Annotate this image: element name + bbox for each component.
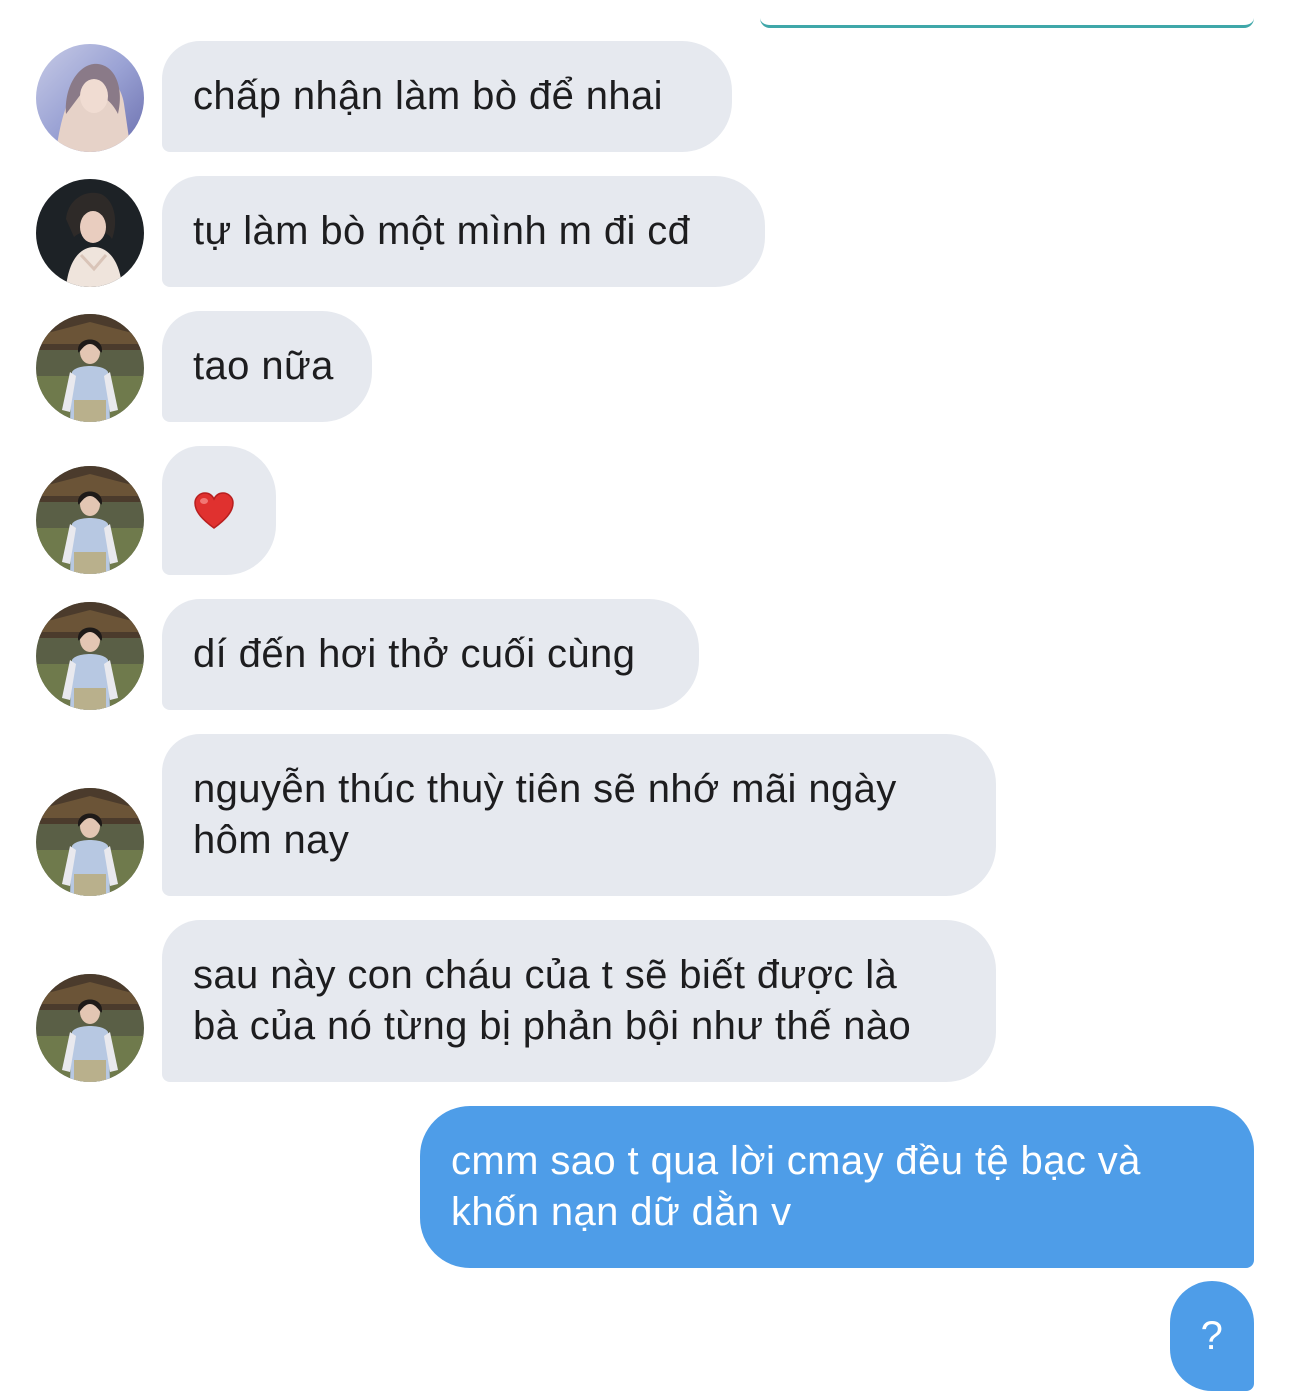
message-text-line: cmm sao t qua lời cmay đều tệ bạc và [451, 1139, 1141, 1183]
top-divider-line [760, 0, 1254, 28]
message-text-line: bà của nó từng bị phản bội như thế nào [193, 1004, 912, 1048]
message-text-line: hôm nay [193, 818, 350, 862]
incoming-message[interactable]: sau này con cháu của t sẽ biết được là b… [162, 920, 996, 1082]
heart-icon [194, 491, 234, 529]
avatar-c-image [36, 314, 144, 422]
incoming-message[interactable]: nguyễn thúc thuỳ tiên sẽ nhớ mãi ngày hô… [162, 734, 996, 896]
avatar[interactable] [36, 314, 144, 422]
incoming-message[interactable]: dí đến hơi thở cuối cùng [162, 599, 699, 710]
avatar-a-image [36, 44, 144, 152]
outgoing-message[interactable]: ? [1170, 1281, 1254, 1391]
incoming-message[interactable]: tự làm bò một mình m đi cđ [162, 176, 765, 287]
message-text: tự làm bò một mình m đi cđ [193, 209, 691, 253]
avatar[interactable] [36, 788, 144, 896]
message-text: tao nữa [193, 344, 334, 388]
avatar-c-image [36, 974, 144, 1082]
avatar-c-image [36, 602, 144, 710]
avatar[interactable] [36, 974, 144, 1082]
message-text-line: sau này con cháu của t sẽ biết được là [193, 953, 898, 997]
message-text: ? [1200, 1313, 1224, 1358]
outgoing-message[interactable]: cmm sao t qua lời cmay đều tệ bạc và khố… [420, 1106, 1254, 1268]
avatar-c-image [36, 466, 144, 574]
avatar-c-image [36, 788, 144, 896]
avatar-b-image [36, 179, 144, 287]
avatar[interactable] [36, 466, 144, 574]
incoming-message[interactable] [162, 446, 276, 575]
incoming-message[interactable]: chấp nhận làm bò để nhai [162, 41, 732, 152]
avatar[interactable] [36, 44, 144, 152]
avatar[interactable] [36, 602, 144, 710]
message-text-line: nguyễn thúc thuỳ tiên sẽ nhớ mãi ngày [193, 767, 897, 811]
message-text-line: khốn nạn dữ dằn v [451, 1190, 792, 1234]
message-text: chấp nhận làm bò để nhai [193, 74, 663, 118]
message-text: dí đến hơi thở cuối cùng [193, 632, 636, 676]
avatar[interactable] [36, 179, 144, 287]
incoming-message[interactable]: tao nữa [162, 311, 372, 422]
